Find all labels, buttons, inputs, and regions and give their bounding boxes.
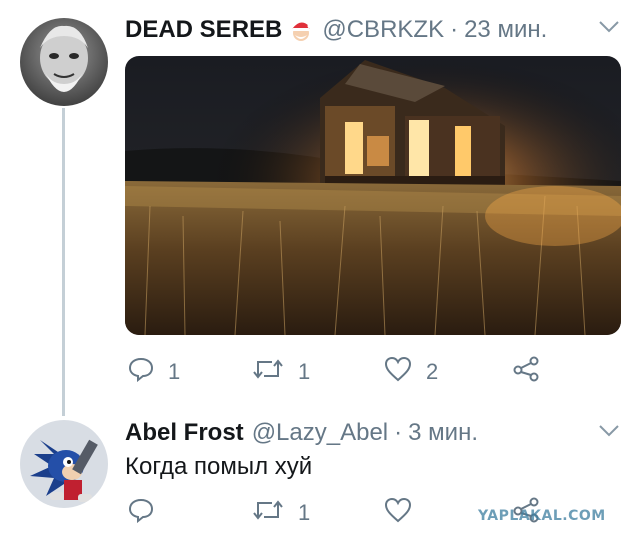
tweet2-text: Когда помыл хуй (125, 453, 313, 480)
chevron-down-icon[interactable] (598, 20, 620, 39)
tweet2-like-button[interactable] (384, 497, 412, 529)
retweet-icon (252, 497, 284, 529)
chevron-down-icon[interactable] (598, 424, 620, 443)
share-icon (512, 356, 540, 388)
heart-icon (384, 356, 412, 388)
tweet1-separator: · (450, 16, 459, 43)
tweet1-retweet-count: 1 (298, 359, 311, 384)
santa-hat-icon (288, 17, 314, 43)
tweet1-author-name[interactable]: DEAD SEREB (125, 16, 282, 44)
tweet2-author-name[interactable]: Abel Frost (125, 419, 244, 447)
retweet-icon (252, 356, 284, 388)
tweet1-like-count: 2 (426, 359, 439, 384)
tweet1-reply-count: 1 (168, 359, 181, 384)
tweet2-retweet-count: 1 (298, 500, 311, 525)
tweet2-timestamp[interactable]: 3 мин. (408, 419, 478, 447)
tweet2-separator: · (394, 419, 403, 446)
thread-line (62, 108, 65, 416)
avatar-abel-frost[interactable] (20, 420, 108, 508)
tweet1-like-button[interactable]: 2 (384, 356, 438, 388)
tweet1-reply-button[interactable]: 1 (128, 356, 180, 388)
tweet1-retweet-button[interactable]: 1 (252, 356, 310, 388)
site-watermark: YAPLAKAL.COM (478, 508, 606, 524)
avatar-dead-sereb[interactable] (20, 18, 108, 106)
tweet2-handle[interactable]: @Lazy_Abel (252, 419, 388, 447)
reply-icon (128, 497, 154, 529)
tweet1-timestamp[interactable]: 23 мин. (464, 16, 547, 44)
tweet1-header: DEAD SEREB @CBRKZK · 23 мин. (125, 16, 547, 44)
tweet2-header: Abel Frost @Lazy_Abel · 3 мин. (125, 419, 478, 447)
heart-icon (384, 497, 412, 529)
tweet1-media-image[interactable] (125, 56, 621, 335)
reply-icon (128, 356, 154, 388)
tweet2-reply-button[interactable] (128, 497, 154, 529)
tweet2-retweet-button[interactable]: 1 (252, 497, 310, 529)
tweet1-share-button[interactable] (512, 356, 540, 388)
tweet1-handle[interactable]: @CBRKZK (322, 16, 444, 44)
